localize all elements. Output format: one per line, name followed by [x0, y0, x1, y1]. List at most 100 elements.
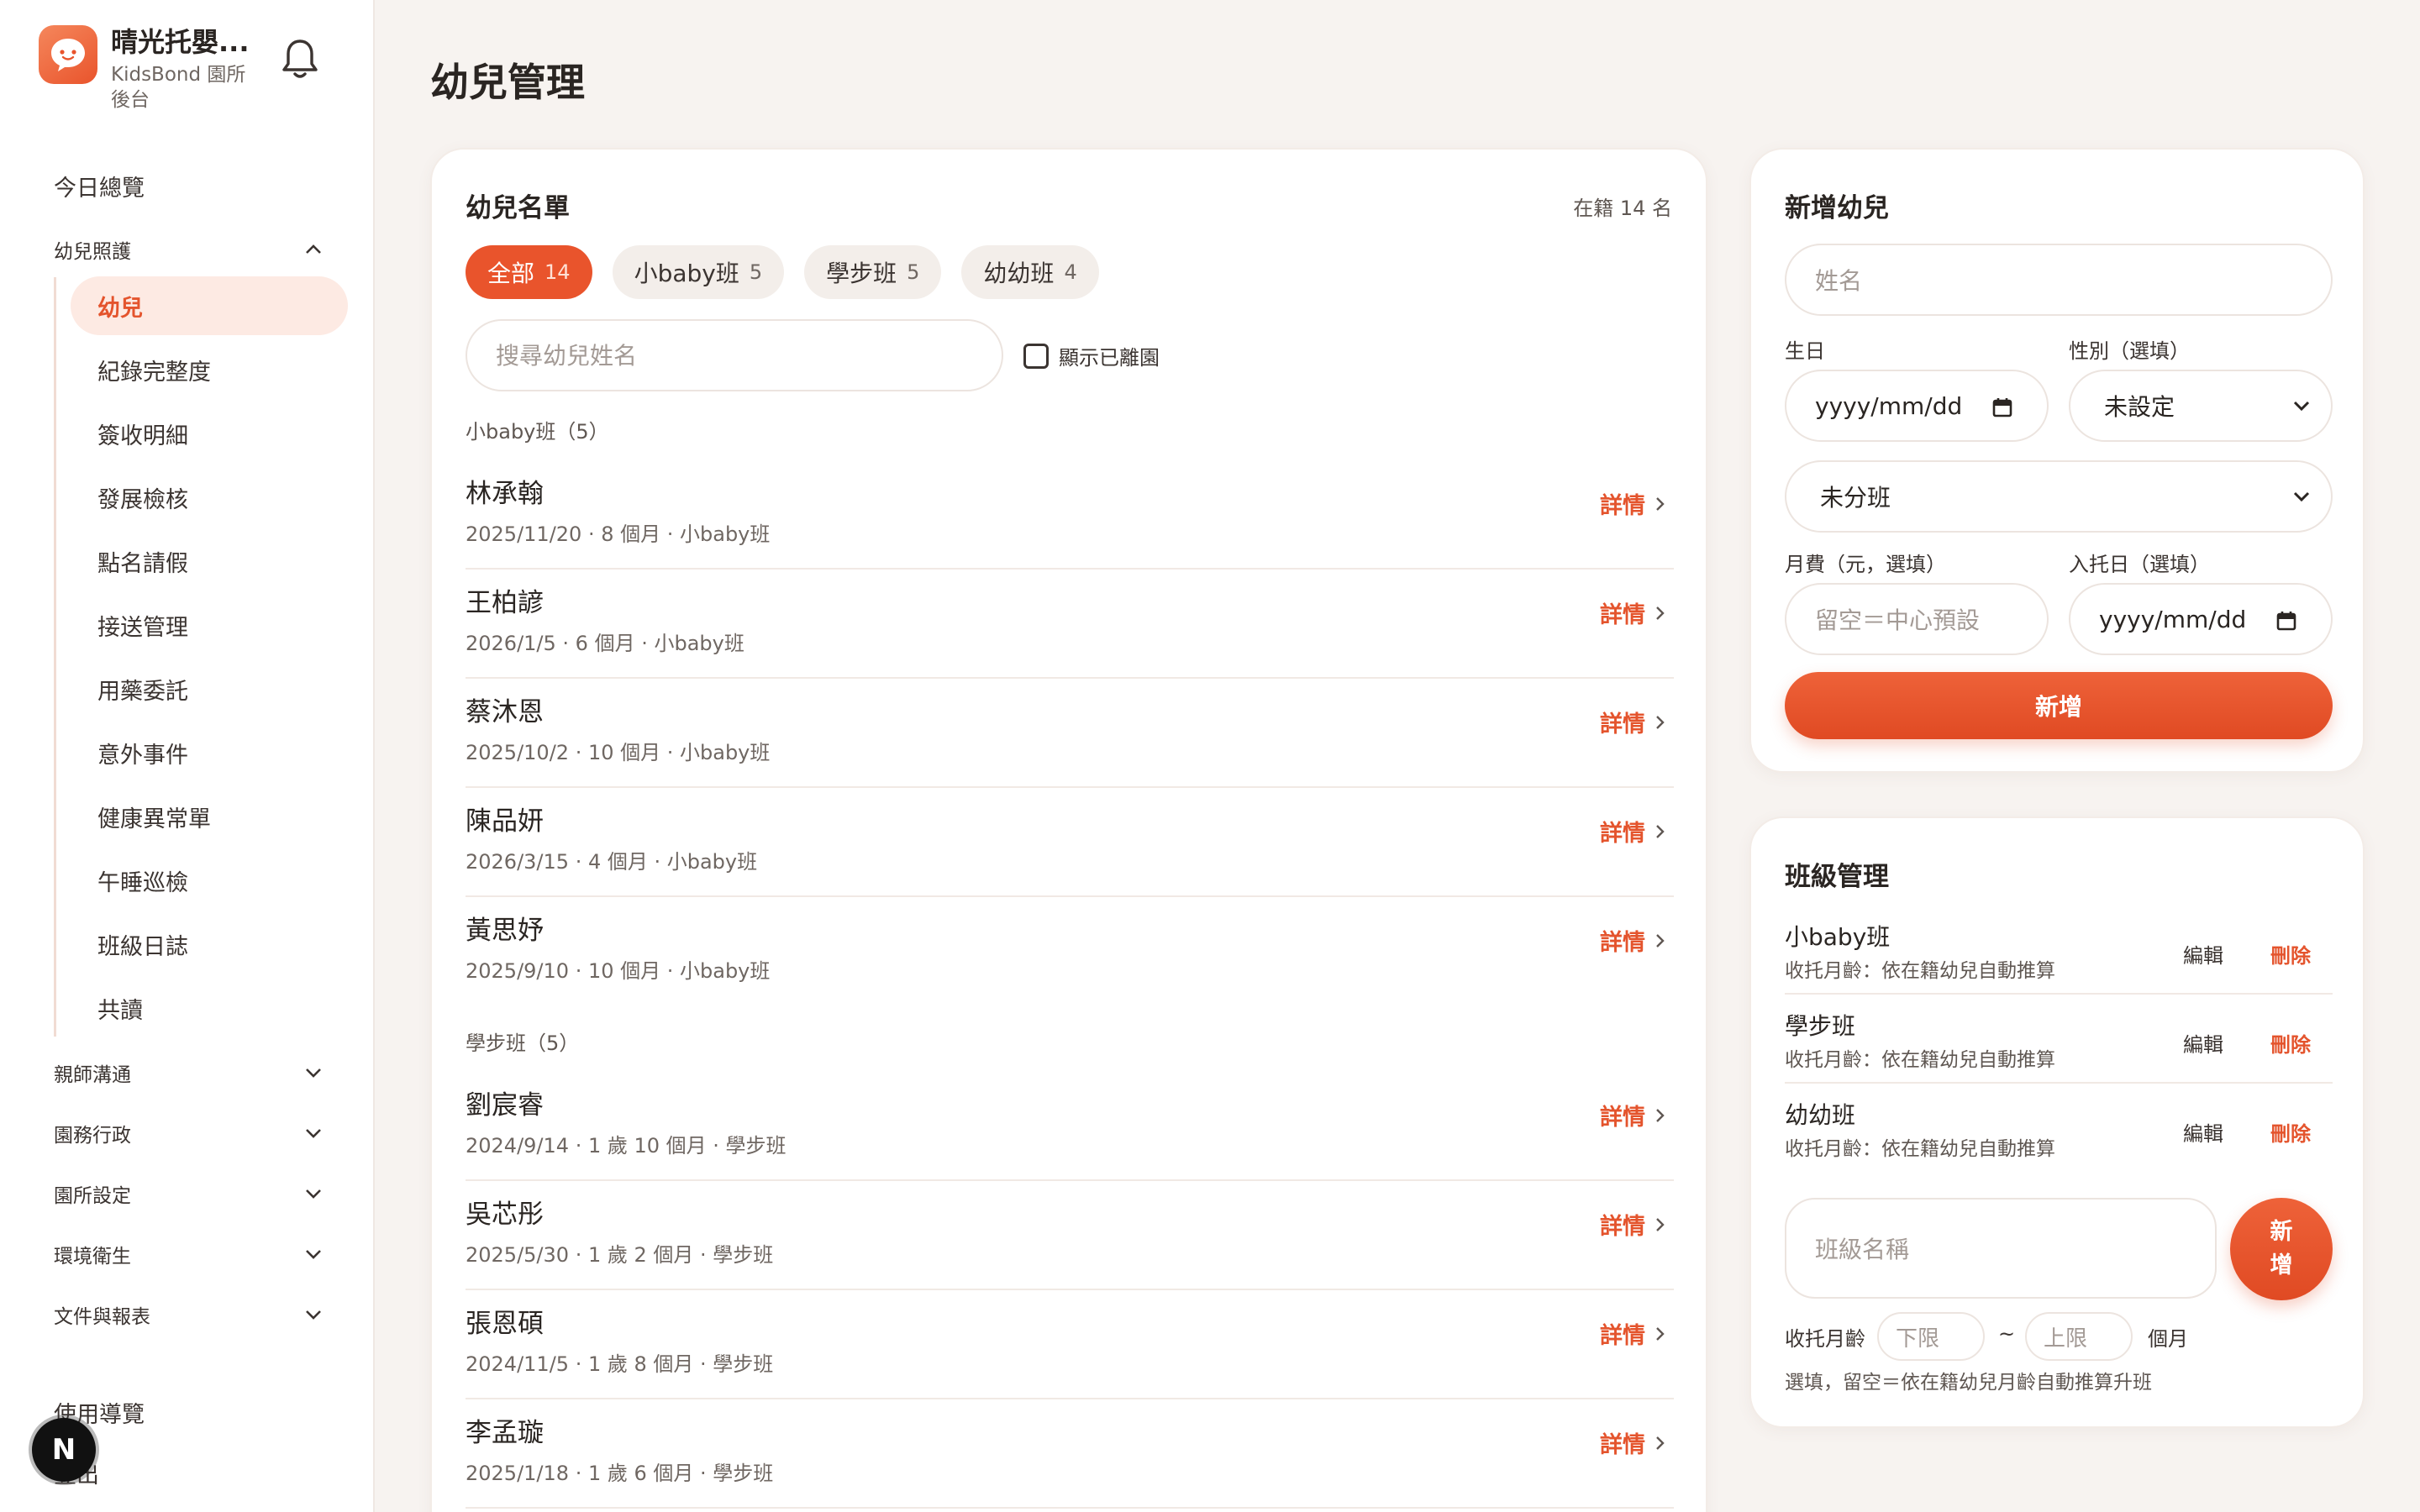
- brand-name: 晴光托嬰...: [111, 26, 250, 58]
- show-left-checkbox[interactable]: [1023, 343, 1049, 369]
- child-row[interactable]: 劉宸睿 2024/9/14 · 1 歲 10 個月 · 學步班 詳情: [466, 1072, 1674, 1181]
- chip-toddler-class[interactable]: 學步班 5: [804, 245, 942, 299]
- chip-count: 14: [544, 260, 571, 284]
- child-meta: 2025/11/20 · 8 個月 · 小baby班: [466, 522, 771, 546]
- detail-label: 詳情: [1600, 711, 1645, 738]
- child-row[interactable]: 張恩碩 2024/11/5 · 1 歲 8 個月 · 學步班 詳情: [466, 1290, 1674, 1399]
- age-range-label: 收托月齡: [1785, 1327, 1865, 1351]
- detail-link[interactable]: 詳情: [1600, 596, 1665, 629]
- class-name: 學步班: [1785, 1012, 1856, 1040]
- detail-link[interactable]: 詳情: [1600, 1426, 1665, 1459]
- child-row[interactable]: 蔡沐恩 2025/10/2 · 10 個月 · 小baby班 詳情: [466, 679, 1674, 788]
- edit-class-button[interactable]: 編輯: [2183, 939, 2223, 969]
- class-row: 幼幼班 收托月齡：依在籍幼兒自動推算 編輯 刪除: [1785, 1084, 2333, 1173]
- nav-group-label: 親師溝通: [54, 1064, 131, 1086]
- detail-link[interactable]: 詳情: [1600, 487, 1665, 520]
- child-meta: 2026/3/15 · 4 個月 · 小baby班: [466, 850, 758, 874]
- class-name-input[interactable]: 班級名稱: [1785, 1198, 2217, 1299]
- chip-all[interactable]: 全部 14: [466, 245, 592, 299]
- detail-label: 詳情: [1600, 1105, 1645, 1131]
- child-meta: 2026/1/5 · 6 個月 · 小baby班: [466, 632, 744, 655]
- nav-item-nap-check[interactable]: 午睡巡檢: [71, 851, 348, 910]
- delete-class-button[interactable]: 刪除: [2270, 1117, 2311, 1147]
- child-meta: 2025/1/18 · 1 歲 6 個月 · 學步班: [466, 1462, 774, 1485]
- class-row: 學步班 收托月齡：依在籍幼兒自動推算 編輯 刪除: [1785, 995, 2333, 1084]
- page-title: 幼兒管理: [430, 60, 585, 105]
- birthday-date-input[interactable]: yyyy/mm/dd: [1785, 370, 2049, 442]
- detail-label: 詳情: [1600, 1214, 1645, 1240]
- delete-class-button[interactable]: 刪除: [2270, 939, 2311, 969]
- chevron-down-icon: [306, 1068, 321, 1078]
- child-name: 林承翰: [466, 479, 544, 509]
- edit-class-button[interactable]: 編輯: [2183, 1028, 2223, 1058]
- nav-item-development-check[interactable]: 發展檢核: [71, 468, 348, 527]
- nav-overview[interactable]: 今日總覽: [54, 170, 145, 202]
- brand[interactable]: 晴光托嬰... KidsBond 園所後台: [39, 25, 254, 113]
- age-upper-input[interactable]: 上限: [2025, 1312, 2133, 1361]
- child-row[interactable]: 陳品妍 2026/3/15 · 4 個月 · 小baby班 詳情: [466, 788, 1674, 897]
- fee-label: 月費（元，選填）: [1785, 553, 1946, 576]
- child-name-input[interactable]: 姓名: [1785, 244, 2333, 316]
- children-list-card: 幼兒名單 在籍 14 名 全部 14 小baby班 5 學步班 5 幼幼班 4 …: [430, 148, 1707, 1512]
- nav-group-documents[interactable]: 文件與報表: [54, 1300, 323, 1329]
- detail-link[interactable]: 詳情: [1600, 1317, 1665, 1350]
- chip-baby-class[interactable]: 小baby班 5: [612, 245, 785, 299]
- nav-item-health-anomaly[interactable]: 健康異常單: [71, 787, 348, 846]
- nav-item-children[interactable]: 幼兒: [71, 276, 348, 335]
- show-left-toggle[interactable]: 顯示已離園: [1023, 341, 1160, 370]
- chevron-right-icon: [1656, 1217, 1665, 1231]
- nav-item-roll-call-leave[interactable]: 點名請假: [71, 532, 348, 591]
- detail-link[interactable]: 詳情: [1600, 1208, 1665, 1241]
- dev-tools-badge[interactable]: N: [32, 1418, 96, 1482]
- child-row[interactable]: 李孟璇 2025/1/18 · 1 歲 6 個月 · 學步班 詳情: [466, 1399, 1674, 1509]
- child-row[interactable]: 黃思妤 2025/9/10 · 10 個月 · 小baby班 詳情: [466, 897, 1674, 1006]
- section-label: 學步班（5）: [466, 1032, 580, 1055]
- nav-group-settings[interactable]: 園所設定: [54, 1179, 323, 1208]
- child-row[interactable]: 林承翰 2025/11/20 · 8 個月 · 小baby班 詳情: [466, 460, 1674, 570]
- class-select[interactable]: 未分班: [1785, 460, 2333, 533]
- class-filter-chips: 全部 14 小baby班 5 學步班 5 幼幼班 4: [466, 245, 1119, 299]
- nav-group-parent-comm[interactable]: 親師溝通: [54, 1058, 323, 1087]
- detail-label: 詳情: [1600, 493, 1645, 519]
- child-name: 王柏諺: [466, 588, 544, 618]
- calendar-icon[interactable]: [2275, 610, 2297, 632]
- nav-item-record-completeness[interactable]: 紀錄完整度: [71, 340, 348, 399]
- add-class-button[interactable]: 新增: [2230, 1198, 2333, 1300]
- nav-group-care[interactable]: 幼兒照護: [54, 235, 323, 264]
- nav-item-signoff-details[interactable]: 簽收明細: [71, 404, 348, 463]
- nav-item-medication[interactable]: 用藥委託: [71, 659, 348, 718]
- child-name: 劉宸睿: [466, 1090, 544, 1121]
- bell-icon[interactable]: [281, 37, 319, 81]
- chevron-right-icon: [1656, 1436, 1665, 1450]
- nav-item-pickup[interactable]: 接送管理: [71, 596, 348, 654]
- detail-link[interactable]: 詳情: [1600, 815, 1665, 848]
- chip-label: 小baby班: [634, 260, 739, 287]
- add-child-button[interactable]: 新增: [1785, 672, 2333, 739]
- add-child-card: 新增幼兒 姓名 生日 性別（選填） yyyy/mm/dd 未設定 未分班 月費（…: [1749, 148, 2365, 773]
- detail-link[interactable]: 詳情: [1600, 924, 1665, 957]
- fee-input[interactable]: 留空＝中心預設: [1785, 583, 2049, 655]
- nav-item-class-journal[interactable]: 班級日誌: [71, 915, 348, 974]
- nav-group-admin[interactable]: 園務行政: [54, 1119, 323, 1147]
- nav-divider-line: [54, 277, 56, 1037]
- class-value: 未分班: [1820, 484, 1891, 512]
- delete-class-button[interactable]: 刪除: [2270, 1028, 2311, 1058]
- gender-select[interactable]: 未設定: [2069, 370, 2333, 442]
- detail-link[interactable]: 詳情: [1600, 1099, 1665, 1131]
- nav-item-reading[interactable]: 共讀: [71, 979, 348, 1037]
- class-desc: 收托月齡：依在籍幼兒自動推算: [1785, 1049, 2055, 1071]
- age-lower-input[interactable]: 下限: [1877, 1312, 1985, 1361]
- child-search-input[interactable]: [466, 319, 1003, 391]
- chip-infant-class[interactable]: 幼幼班 4: [961, 245, 1099, 299]
- detail-link[interactable]: 詳情: [1600, 706, 1665, 738]
- enroll-date-input[interactable]: yyyy/mm/dd: [2069, 583, 2333, 655]
- edit-class-button[interactable]: 編輯: [2183, 1117, 2223, 1147]
- chevron-right-icon: [1656, 933, 1665, 948]
- nav-item-accidents[interactable]: 意外事件: [71, 723, 348, 782]
- class-name: 幼幼班: [1785, 1101, 1856, 1129]
- chevron-right-icon: [1656, 496, 1665, 511]
- nav-group-hygiene[interactable]: 環境衛生: [54, 1240, 323, 1268]
- calendar-icon[interactable]: [1991, 396, 2013, 418]
- child-row[interactable]: 王柏諺 2026/1/5 · 6 個月 · 小baby班 詳情: [466, 570, 1674, 679]
- child-row[interactable]: 吳芯彤 2025/5/30 · 1 歲 2 個月 · 學步班 詳情: [466, 1181, 1674, 1290]
